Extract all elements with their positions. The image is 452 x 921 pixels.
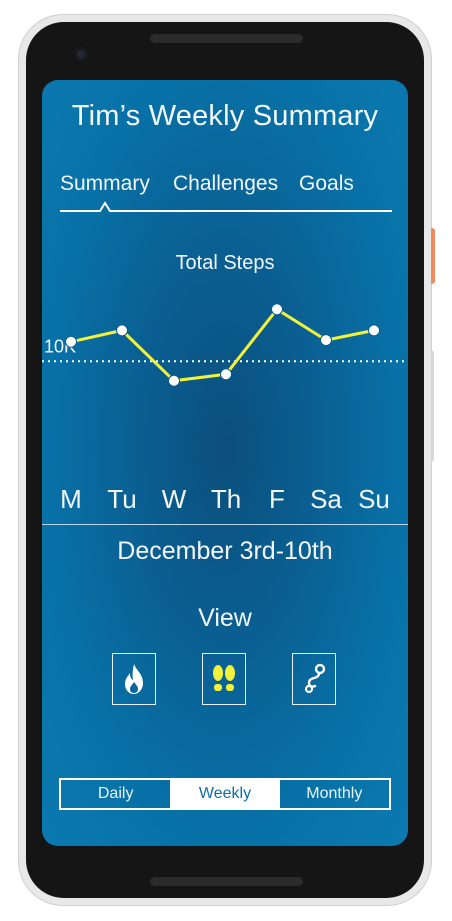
footprints-icon [213, 665, 235, 691]
volume-button [431, 350, 434, 462]
flame-icon [125, 664, 143, 694]
route-pin-icon [304, 663, 326, 694]
data-point-th[interactable] [220, 368, 232, 381]
day-label-sa: Sa [310, 484, 342, 514]
steps-points [65, 303, 380, 387]
period-option-weekly[interactable]: Weekly [170, 780, 280, 808]
period-option-monthly[interactable]: Monthly [280, 780, 389, 808]
view-label: View [198, 604, 252, 632]
day-label-m: M [60, 484, 82, 514]
data-point-f[interactable] [271, 303, 283, 316]
calories-view-button[interactable] [112, 653, 156, 705]
period-selector: Daily Weekly Monthly [59, 778, 391, 810]
data-point-sa[interactable] [320, 334, 332, 347]
divider [42, 524, 408, 525]
steps-chart: 10K M Tu W Th F Sa Su [42, 303, 408, 514]
data-point-w[interactable] [168, 374, 180, 387]
day-label-th: Th [211, 484, 241, 514]
day-label-w: W [162, 484, 187, 514]
steps-view-button[interactable] [202, 653, 246, 705]
period-option-daily[interactable]: Daily [61, 780, 170, 808]
data-point-m[interactable] [65, 335, 77, 348]
day-label-f: F [269, 484, 285, 514]
day-label-su: Su [358, 484, 390, 514]
app-screen: Tim’s Weekly Summary Summary Challenges … [42, 80, 408, 846]
power-button [431, 228, 435, 284]
front-camera [74, 47, 88, 61]
data-point-tu[interactable] [116, 324, 128, 337]
earpiece-speaker [150, 34, 303, 43]
distance-view-button[interactable] [292, 653, 336, 705]
day-labels: M Tu W Th F Sa Su [60, 484, 390, 514]
bottom-speaker [150, 877, 303, 886]
data-point-su[interactable] [368, 324, 380, 337]
date-range: December 3rd-10th [117, 537, 333, 565]
day-label-tu: Tu [107, 484, 136, 514]
